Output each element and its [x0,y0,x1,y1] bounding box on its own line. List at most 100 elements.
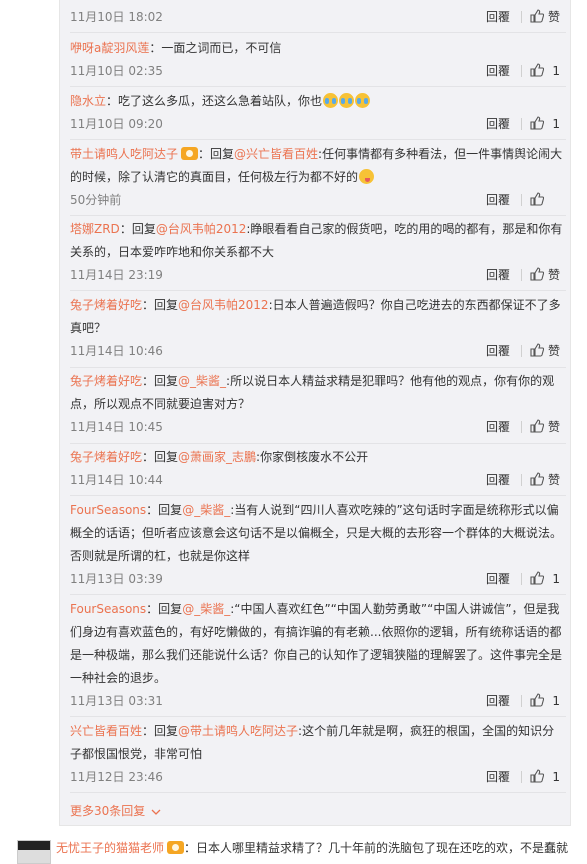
thumbs-up-icon [530,267,544,281]
comment-meta: 11月13日 03:31 回覆 1 [70,690,566,712]
row-divider [70,594,566,595]
like-button[interactable]: 赞 [520,469,560,491]
like-count: 1 [552,572,560,586]
comment-item: 11月10日 18:02 回覆 赞 [70,6,566,28]
row-divider [70,443,566,444]
more-replies-label: 更多30条回复 [70,804,146,818]
comment-text: 兔子烤着好吃：回复@_柴酱_:所以说日本人精益求精是犯罪吗？他有他的观点，你有你… [70,370,566,416]
like-count: 赞 [547,344,560,358]
like-button[interactable]: 赞 [520,416,560,438]
comment-username[interactable]: 兔子烤着好吃 [70,450,142,464]
comment-item: FourSeasons：回复@_柴酱_:当有人说到“四川人喜欢吃辣的”这句话时字… [70,499,566,590]
comment-username[interactable]: 带土请鸣人吃阿达子 [70,147,178,161]
comment-meta: 11月10日 18:02 回覆 赞 [70,6,566,28]
reply-prefix: ：回复 [142,724,179,738]
comment-item: 兔子烤着好吃：回复@台风韦帕2012:日本人普遍造假吗？你自己吃进去的东西都保证… [70,294,566,362]
reply-button[interactable]: 回覆 [486,469,510,491]
comment-item: 咿呀a靛羽风莲：一面之词而已，不可信 11月10日 02:35 回覆 1 [70,37,566,82]
reply-button[interactable]: 回覆 [486,60,510,82]
comment-username[interactable]: 无忧王子的猫猫老师 [56,841,164,855]
comment-text: FourSeasons：回复@_柴酱_:“中国人喜欢红色”“中国人勤劳勇敢”“中… [70,598,566,690]
comment-username[interactable]: FourSeasons [70,503,146,517]
comment-meta: 50分钟前 回覆 [70,189,566,211]
like-button[interactable]: 赞 [520,6,560,28]
more-replies-link[interactable]: 更多30条回复 [70,802,161,819]
comment-text: 带土请鸣人吃阿达子 ：回复@兴亡皆看百姓:任何事情都有多种看法，但一件事情舆论闹大… [70,143,566,189]
thumbs-up-icon [530,63,544,77]
comment-meta: 11月14日 10:46 回覆 赞 [70,340,566,362]
comment-item: 带土请鸣人吃阿达子 ：回复@兴亡皆看百姓:任何事情都有多种看法，但一件事情舆论闹大… [70,143,566,211]
comment-username[interactable]: FourSeasons [70,602,146,616]
comment-username[interactable]: 咿呀a靛羽风莲 [70,41,149,55]
comment-time: 11月10日 09:20 [70,117,163,131]
thumbs-up-icon [530,769,544,783]
drool-emoji-icon [359,169,375,184]
comment-time: 11月14日 10:44 [70,473,163,487]
mention-link[interactable]: @萧画家_志鵬 [178,450,256,464]
avatar[interactable] [17,840,51,864]
comment-meta: 11月12日 23:46 回覆 1 [70,766,566,788]
mention-link[interactable]: @兴亡皆看百姓 [234,147,318,161]
comment-item: 兴亡皆看百姓：回复@带土请鸣人吃阿达子:这个前几年就是啊，疯狂的根国，全国的知识… [70,720,566,788]
like-button[interactable]: 赞 [520,264,560,286]
comment-meta: 11月10日 09:20 回覆 1 [70,113,566,135]
like-button[interactable]: 1 [520,60,560,82]
thumbs-up-icon [530,472,544,486]
like-button[interactable]: 1 [520,568,560,590]
mention-link[interactable]: @台风韦帕2012 [156,222,247,236]
comment-time: 11月10日 02:35 [70,64,163,78]
reply-button[interactable]: 回覆 [486,264,510,286]
row-divider [70,792,566,793]
comment-username[interactable]: 兔子烤着好吃 [70,298,142,312]
comment-text: 兔子烤着好吃：回复@台风韦帕2012:日本人普遍造假吗？你自己吃进去的东西都保证… [70,294,566,340]
crying-emoji-icon [355,93,371,108]
mention-link[interactable]: @_柴酱_ [182,503,230,517]
reply-prefix: ：回复 [146,503,183,517]
comment-username[interactable]: 塔娜ZRD [70,222,120,236]
comment-time: 11月14日 10:46 [70,344,163,358]
reply-button[interactable]: 回覆 [486,189,510,211]
comment-username[interactable]: 兔子烤着好吃 [70,374,142,388]
reply-button[interactable]: 回覆 [486,568,510,590]
comment-time: 11月14日 23:19 [70,268,163,282]
like-button[interactable]: 1 [520,113,560,135]
comment-time: 11月13日 03:39 [70,572,163,586]
like-count: 1 [552,770,560,784]
like-count: 1 [552,694,560,708]
reply-button[interactable]: 回覆 [486,340,510,362]
mention-link[interactable]: @_柴酱_ [182,602,230,616]
like-button[interactable] [520,189,560,211]
comment-text: 咿呀a靛羽风莲：一面之词而已，不可信 [70,37,566,60]
like-count: 赞 [547,268,560,282]
comment-item: 隐水立：吃了这么多瓜，还这么急着站队，你也 11月10日 09:20 回覆 1 [70,90,566,135]
thumbs-up-icon [530,343,544,357]
mention-link[interactable]: @带土请鸣人吃阿达子 [178,724,298,738]
row-divider [70,215,566,216]
comment-text: FourSeasons：回复@_柴酱_:当有人说到“四川人喜欢吃辣的”这句话时字… [70,499,566,568]
reply-button[interactable]: 回覆 [486,690,510,712]
reply-button[interactable]: 回覆 [486,416,510,438]
row-divider [70,716,566,717]
comment-body: :你家倒核废水不公开 [256,450,369,464]
comment-time: 11月14日 10:45 [70,420,163,434]
comment-time: 50分钟前 [70,193,122,207]
reply-button[interactable]: 回覆 [486,6,510,28]
row-divider [70,86,566,87]
comment-replies-panel: 11月10日 18:02 回覆 赞 咿呀a靛羽风莲：一面之词而已，不可信 11月… [59,0,571,826]
comment-text: 隐水立：吃了这么多瓜，还这么急着站队，你也 [70,90,566,113]
reply-button[interactable]: 回覆 [486,113,510,135]
comment-username[interactable]: 兴亡皆看百姓 [70,724,142,738]
reply-button[interactable]: 回覆 [486,766,510,788]
thumbs-up-icon [530,116,544,130]
chevron-down-icon [151,809,161,815]
comment-item: 塔娜ZRD：回复@台风韦帕2012:睁眼看看自己家的假货吧，吃的用的喝的都有，那… [70,218,566,286]
mention-link[interactable]: @_柴酱_ [178,374,226,388]
crying-emoji-icon [323,93,339,108]
like-button[interactable]: 赞 [520,340,560,362]
comment-item: 兔子烤着好吃：回复@_柴酱_:所以说日本人精益求精是犯罪吗？他有他的观点，你有你… [70,370,566,438]
like-button[interactable]: 1 [520,690,560,712]
row-divider [70,495,566,496]
like-button[interactable]: 1 [520,766,560,788]
comment-username[interactable]: 隐水立 [70,94,106,108]
mention-link[interactable]: @台风韦帕2012 [178,298,269,312]
